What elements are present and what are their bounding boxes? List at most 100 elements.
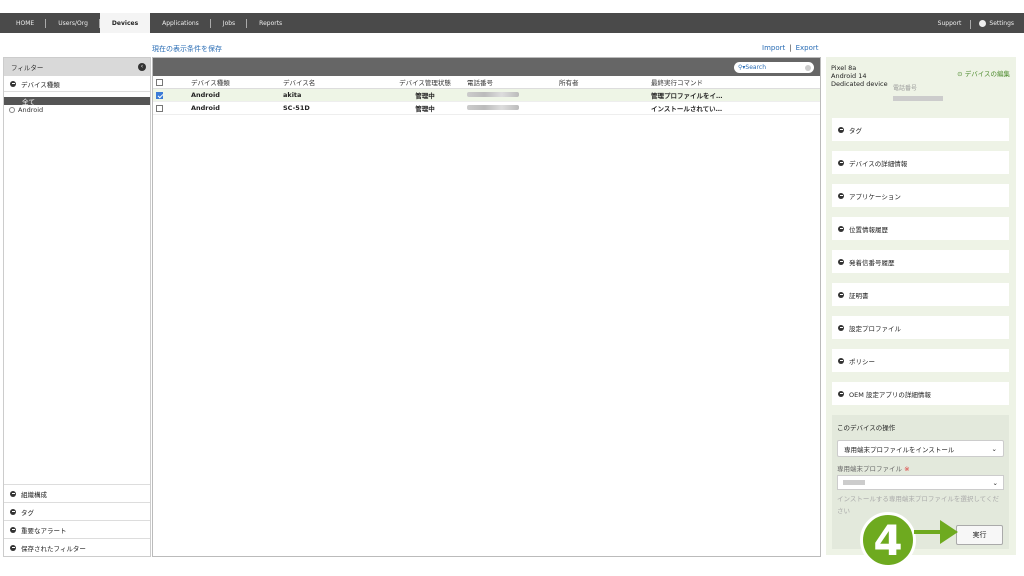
expand-icon	[838, 225, 844, 232]
import-export-links: Import | Export	[762, 44, 819, 52]
radio-icon	[9, 106, 15, 113]
filter-bottom-sections: 組織構成 タグ 重要なアラート 保存されたフィルター	[4, 484, 150, 556]
section-config-profiles[interactable]: 設定プロファイル	[832, 316, 1009, 339]
section-label: 証明書	[849, 291, 869, 300]
section-label: 発着信番号履歴	[849, 258, 895, 267]
section-certificates[interactable]: 証明書	[832, 283, 1009, 306]
device-os: Android 14	[831, 72, 867, 80]
required-mark: ※	[904, 465, 910, 473]
device-model: Pixel 8a	[831, 64, 857, 72]
table-row[interactable]: Android SC-51D 管理中 インストールされてい…	[153, 102, 820, 115]
select-all-checkbox[interactable]	[156, 78, 163, 86]
chevron-down-icon: ⌄	[992, 478, 998, 487]
cell-device-type: Android	[191, 91, 220, 99]
cell-mgmt-status: 管理中	[415, 92, 435, 100]
export-link[interactable]: Export	[796, 44, 819, 52]
filter-section-saved[interactable]: 保存されたフィルター	[4, 538, 150, 556]
section-label: 設定プロファイル	[849, 324, 901, 333]
cell-phone	[467, 104, 559, 112]
header-last-command[interactable]: 最終実行コマンド	[651, 77, 801, 87]
edit-device-link[interactable]: ⊙ デバイスの編集	[957, 68, 1010, 78]
expand-icon	[838, 192, 844, 199]
section-policy[interactable]: ポリシー	[832, 349, 1009, 372]
collapse-section-icon	[10, 80, 16, 87]
operations-title: このデバイスの操作	[837, 424, 896, 432]
search-placeholder: Search	[745, 64, 767, 71]
select-all-cell	[153, 78, 191, 86]
collapse-icon[interactable]: ‹	[138, 63, 146, 71]
device-table: ⚲▾ Search デバイス種類 デバイス名 デバイス管理状態 電話番号 所有者…	[152, 57, 821, 557]
row-checkbox[interactable]	[156, 104, 163, 112]
nav-reports[interactable]: Reports	[247, 13, 294, 33]
filter-option-android[interactable]: Android	[4, 105, 150, 114]
filter-header: フィルター ‹	[4, 58, 150, 76]
collapse-section-icon	[10, 490, 16, 497]
profile-label: 専用端末プロファイル ※	[837, 463, 1004, 473]
header-owner[interactable]: 所有者	[559, 77, 651, 87]
section-applications[interactable]: アプリケーション	[832, 184, 1009, 207]
section-device-details[interactable]: デバイスの詳細情報	[832, 151, 1009, 174]
expand-icon	[838, 390, 844, 397]
cell-device-type: Android	[191, 104, 220, 112]
filter-section-label: 保存されたフィルター	[21, 544, 86, 553]
device-detail-panel: Pixel 8a Android 14 Dedicated device ⊙ デ…	[826, 57, 1016, 555]
nav-jobs[interactable]: Jobs	[211, 13, 248, 33]
filter-section-alerts[interactable]: 重要なアラート	[4, 520, 150, 538]
section-oem-config[interactable]: OEM 設定アプリの詳細情報	[832, 382, 1009, 405]
section-label: アプリケーション	[849, 192, 901, 201]
redacted-profile	[843, 480, 865, 485]
action-select[interactable]: 専用端末プロファイルをインストール ⌄	[837, 440, 1004, 457]
nav-devices[interactable]: Devices	[99, 13, 151, 33]
redacted-phone	[467, 105, 519, 110]
table-header: デバイス種類 デバイス名 デバイス管理状態 電話番号 所有者 最終実行コマンド	[153, 76, 820, 89]
nav-home[interactable]: HOME	[4, 13, 47, 33]
filter-section-device-type[interactable]: デバイス種類	[4, 76, 150, 92]
profile-select[interactable]: ⌄	[837, 475, 1004, 490]
support-link[interactable]: Support	[928, 19, 972, 29]
top-navigation-bar: HOME Users/Org Devices Applications Jobs…	[0, 13, 1024, 33]
nav-applications[interactable]: Applications	[150, 13, 211, 33]
filter-option-all[interactable]: 全て	[4, 97, 150, 106]
header-phone[interactable]: 電話番号	[467, 77, 559, 87]
header-device-name[interactable]: デバイス名	[283, 77, 383, 87]
section-location-history[interactable]: 位置情報履歴	[832, 217, 1009, 240]
search-input[interactable]: ⚲▾ Search	[734, 62, 814, 73]
top-right-nav: Support Settings	[928, 13, 1024, 33]
search-icon: ⚲▾	[738, 64, 746, 71]
filter-section-label: デバイス種類	[21, 80, 60, 89]
table-row[interactable]: Android akita 管理中 管理プロファイルをイ…	[153, 89, 820, 102]
expand-icon	[838, 258, 844, 265]
redacted-phone	[467, 92, 519, 97]
import-link[interactable]: Import	[762, 44, 785, 52]
table-toolbar: ⚲▾ Search	[153, 58, 820, 76]
filter-section-tag[interactable]: タグ	[4, 502, 150, 520]
chevron-down-icon: ⌄	[991, 444, 997, 453]
filter-section-label: 組織構成	[21, 490, 47, 499]
cell-last-command: インストールされてい…	[651, 105, 723, 113]
expand-icon	[838, 291, 844, 298]
action-select-value: 専用端末プロファイルをインストール	[844, 445, 955, 454]
phone-label: 電話番号	[893, 85, 918, 92]
nav-users-org[interactable]: Users/Org	[46, 13, 100, 33]
expand-icon	[838, 324, 844, 331]
filter-section-org[interactable]: 組織構成	[4, 484, 150, 502]
section-label: タグ	[849, 126, 862, 135]
clear-search-icon[interactable]	[805, 64, 811, 71]
row-checkbox[interactable]	[156, 91, 163, 99]
device-summary: Pixel 8a Android 14 Dedicated device	[831, 64, 891, 88]
run-button[interactable]: 実行	[956, 525, 1003, 545]
edit-device-label: デバイスの編集	[964, 70, 1010, 78]
main-nav: HOME Users/Org Devices Applications Jobs…	[4, 13, 294, 33]
save-view-link[interactable]: 現在の表示条件を保存	[152, 44, 222, 54]
separator: |	[789, 44, 792, 52]
arrow-icon	[914, 520, 958, 544]
filter-section-label: タグ	[21, 508, 34, 517]
profile-label-text: 専用端末プロファイル	[837, 465, 902, 473]
settings-link[interactable]: Settings	[971, 19, 1014, 27]
section-call-history[interactable]: 発着信番号履歴	[832, 250, 1009, 273]
section-tag[interactable]: タグ	[832, 118, 1009, 141]
header-device-type[interactable]: デバイス種類	[191, 77, 283, 87]
profile-hint: インストールする専用端末プロファイルを選択してください	[837, 495, 999, 515]
header-mgmt-status[interactable]: デバイス管理状態	[383, 77, 467, 87]
expand-icon	[838, 126, 844, 133]
